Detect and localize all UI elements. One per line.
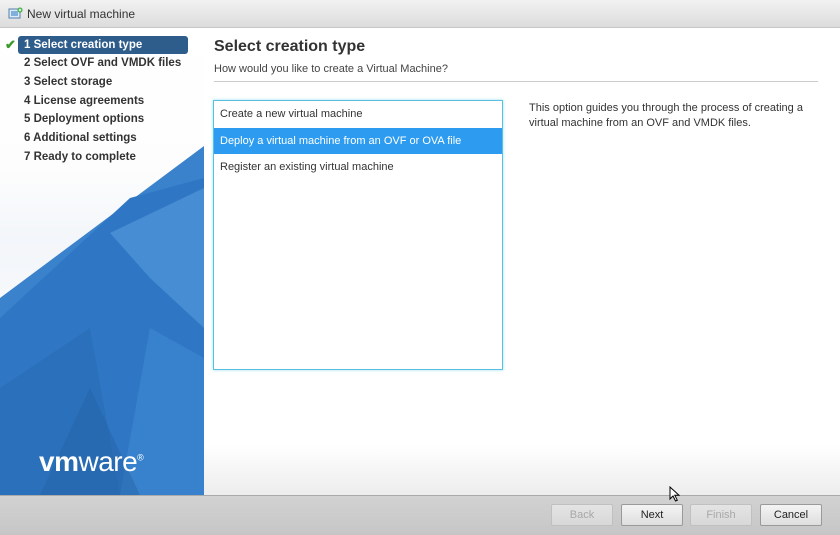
step-additional-settings[interactable]: 6 Additional settings [0,129,204,148]
step-label: 7 Ready to complete [24,150,136,163]
content-bottom-fade [204,445,840,495]
page-title: Select creation type [214,38,366,55]
step-label: 5 Deployment options [24,113,145,126]
step-label: 6 Additional settings [24,132,137,145]
next-button[interactable]: Next [621,504,683,526]
step-ready-to-complete[interactable]: 7 Ready to complete [0,147,204,166]
vmware-logo: vmware® [39,446,144,477]
divider [214,81,818,82]
finish-button[interactable]: Finish [690,504,752,526]
step-select-creation-type[interactable]: ✔ 1 Select creation type [5,36,188,54]
checkmark-icon: ✔ [5,37,16,52]
new-vm-icon [8,7,23,19]
step-select-ovf-vmdk[interactable]: 2 Select OVF and VMDK files [0,54,204,73]
window-title: New virtual machine [27,6,136,21]
wizard-footer: Back Next Finish Cancel [0,495,840,535]
option-deploy-ovf-ova[interactable]: Deploy a virtual machine from an OVF or … [214,127,502,154]
creation-type-list[interactable]: Create a new virtual machine Deploy a vi… [213,100,503,370]
step-license-agreements[interactable]: 4 License agreements [0,91,204,110]
option-description: This option guides you through the proce… [529,102,803,129]
wizard-content: Select creation type How would you like … [204,28,840,495]
wizard-sidebar: ✔ 1 Select creation type 2 Select OVF an… [0,28,204,495]
title-bar: New virtual machine [0,0,840,28]
page-subtitle: How would you like to create a Virtual M… [214,63,448,75]
option-register-existing-vm[interactable]: Register an existing virtual machine [214,154,502,181]
cancel-button[interactable]: Cancel [760,504,822,526]
step-label: 4 License agreements [24,94,145,107]
step-label: 3 Select storage [24,76,113,89]
step-label: 2 Select OVF and VMDK files [24,57,182,70]
step-label: 1 Select creation type [24,39,143,51]
option-create-new-vm[interactable]: Create a new virtual machine [214,101,502,128]
wizard-steps: ✔ 1 Select creation type 2 Select OVF an… [0,36,204,166]
step-deployment-options[interactable]: 5 Deployment options [0,110,204,129]
new-vm-dialog: New virtual machine ✔ 1 Select creation … [0,0,840,535]
mouse-cursor-icon [669,486,681,502]
back-button[interactable]: Back [551,504,613,526]
step-select-storage[interactable]: 3 Select storage [0,73,204,92]
